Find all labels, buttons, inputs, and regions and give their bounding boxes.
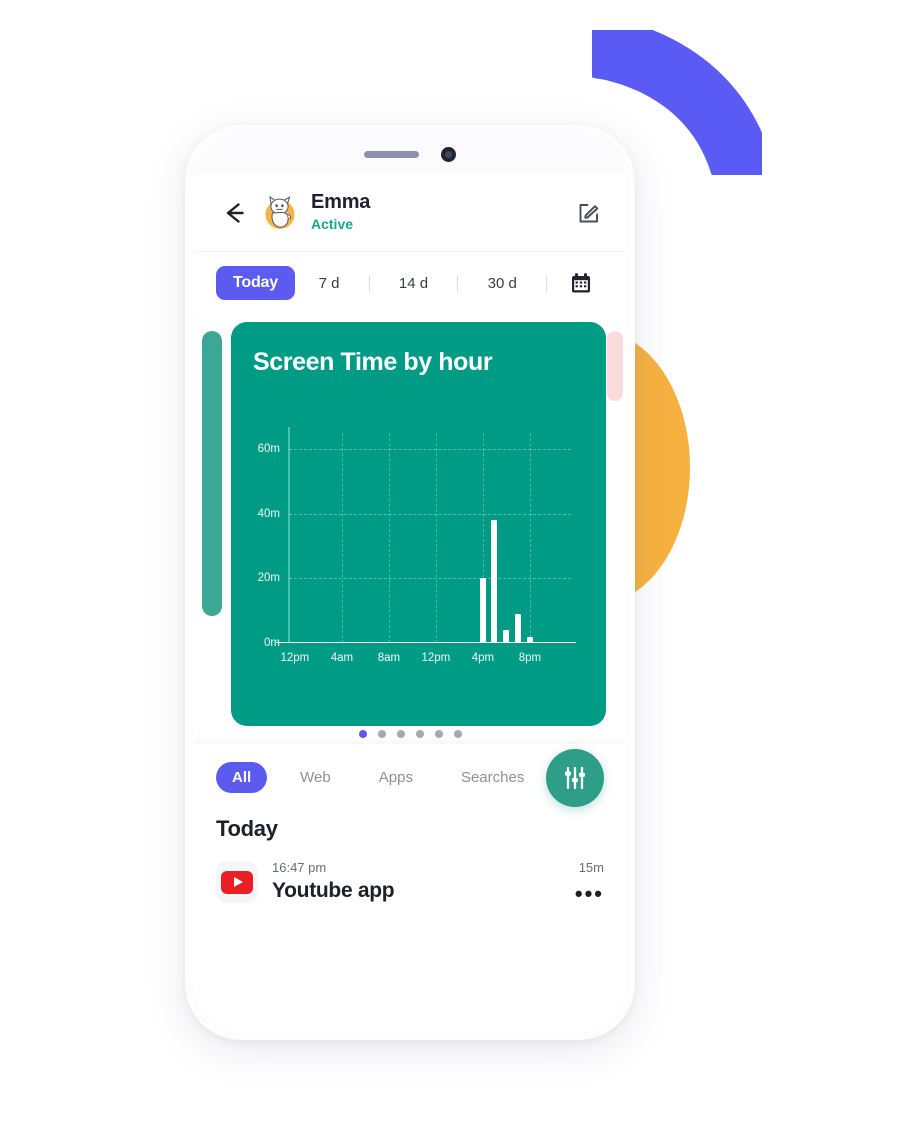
phone-screen: Emma Active Today 7 d 14 d 30 d Screen T… [194,134,626,1031]
carousel-dot[interactable] [453,730,462,738]
divider [457,274,459,292]
range-option-7d[interactable]: 7 d [313,273,346,294]
x-gridline [341,433,343,643]
x-gridline [435,433,437,643]
chart-title: Screen Time by hour [253,348,493,376]
x-axis-tick-label: 12pm [421,652,451,664]
tab-web[interactable]: Web [285,762,346,793]
x-gridline [529,433,531,643]
status-badge: Active [311,216,354,233]
carousel-dot[interactable] [377,730,386,738]
back-arrow-icon[interactable] [220,199,248,227]
y-gridline [289,513,571,515]
carousel-dots [194,730,626,738]
y-axis-tick-label: 40m [257,507,280,520]
x-axis-tick-label: 4pm [471,652,495,664]
list-item-time: 16:47 pm [272,860,327,876]
edit-pencil-icon[interactable] [576,200,602,226]
x-gridline [388,433,390,643]
tab-apps[interactable]: Apps [364,762,428,793]
app-icon-container [216,861,258,904]
x-axis-tick-label: 12pm [280,652,310,664]
carousel-peek-next[interactable] [607,331,623,401]
tab-searches[interactable]: Searches [446,762,539,793]
chart-bar [491,520,498,643]
y-gridline [289,578,571,580]
chart-bar [514,613,521,643]
carousel-peek-previous[interactable] [202,331,222,616]
sliders-icon [565,766,585,790]
divider [546,274,548,292]
y-axis-tick-label: 0m [264,637,280,649]
calendar-icon[interactable] [570,272,592,294]
avatar[interactable] [260,193,300,233]
list-item-right: 15m ••• [575,860,604,905]
list-item-duration: 15m [578,860,604,875]
x-axis-tick-label: 4am [330,652,354,664]
divider [368,274,370,292]
front-camera-icon [441,146,456,162]
profile-header: Emma Active [194,174,626,252]
carousel-dot[interactable] [358,730,367,738]
chart-bar [503,630,510,643]
range-option-today[interactable]: Today [216,266,295,300]
page-title: Emma [311,191,371,214]
carousel-dot[interactable] [434,730,443,738]
y-gridline [289,449,571,451]
profile-text: Emma Active [311,191,576,233]
range-option-30d[interactable]: 30 d [482,273,523,294]
speaker-grille-icon [364,150,419,158]
list-item-more-button[interactable]: ••• [575,882,604,905]
screen-time-chart-card: Screen Time by hour 0m 20m 40m 60m 12pm 4am 8a… [231,322,606,726]
date-range-selector: Today 7 d 14 d 30 d [194,252,626,314]
phone-notch [194,134,626,174]
phone-mockup: Emma Active Today 7 d 14 d 30 d Screen T… [185,125,635,1040]
screenshot-root: Emma Active Today 7 d 14 d 30 d Screen T… [0,0,900,1122]
carousel-dot[interactable] [415,730,424,738]
range-option-14d[interactable]: 14 d [393,273,434,294]
tab-all[interactable]: All [216,761,268,793]
list-item-title: Youtube app [272,879,395,903]
filter-sliders-button[interactable] [546,749,604,807]
y-axis-tick-label: 20m [257,572,280,585]
x-axis-tick-label: 8am [377,652,401,664]
youtube-icon [221,870,253,894]
chart-bar [479,578,486,643]
activity-panel: All Web Apps Searches Today 16:47 pm You… [194,744,626,1031]
chart-bar [526,636,533,643]
range-options: 7 d 14 d 30 d [295,272,604,294]
list-item[interactable]: 16:47 pm Youtube app 15m ••• [194,842,626,905]
y-axis-line [288,427,290,643]
list-item-main: 16:47 pm Youtube app [272,860,575,904]
chart-carousel: Screen Time by hour 0m 20m 40m 60m 12pm 4am 8a… [194,314,626,744]
carousel-dot[interactable] [396,730,405,738]
x-axis-tick-label: 8pm [518,652,542,664]
chart-plot-area: 0m 20m 40m 60m 12pm 4am 8am 12pm 4pm 8pm [258,427,576,664]
y-axis-tick-label: 60m [257,443,280,456]
